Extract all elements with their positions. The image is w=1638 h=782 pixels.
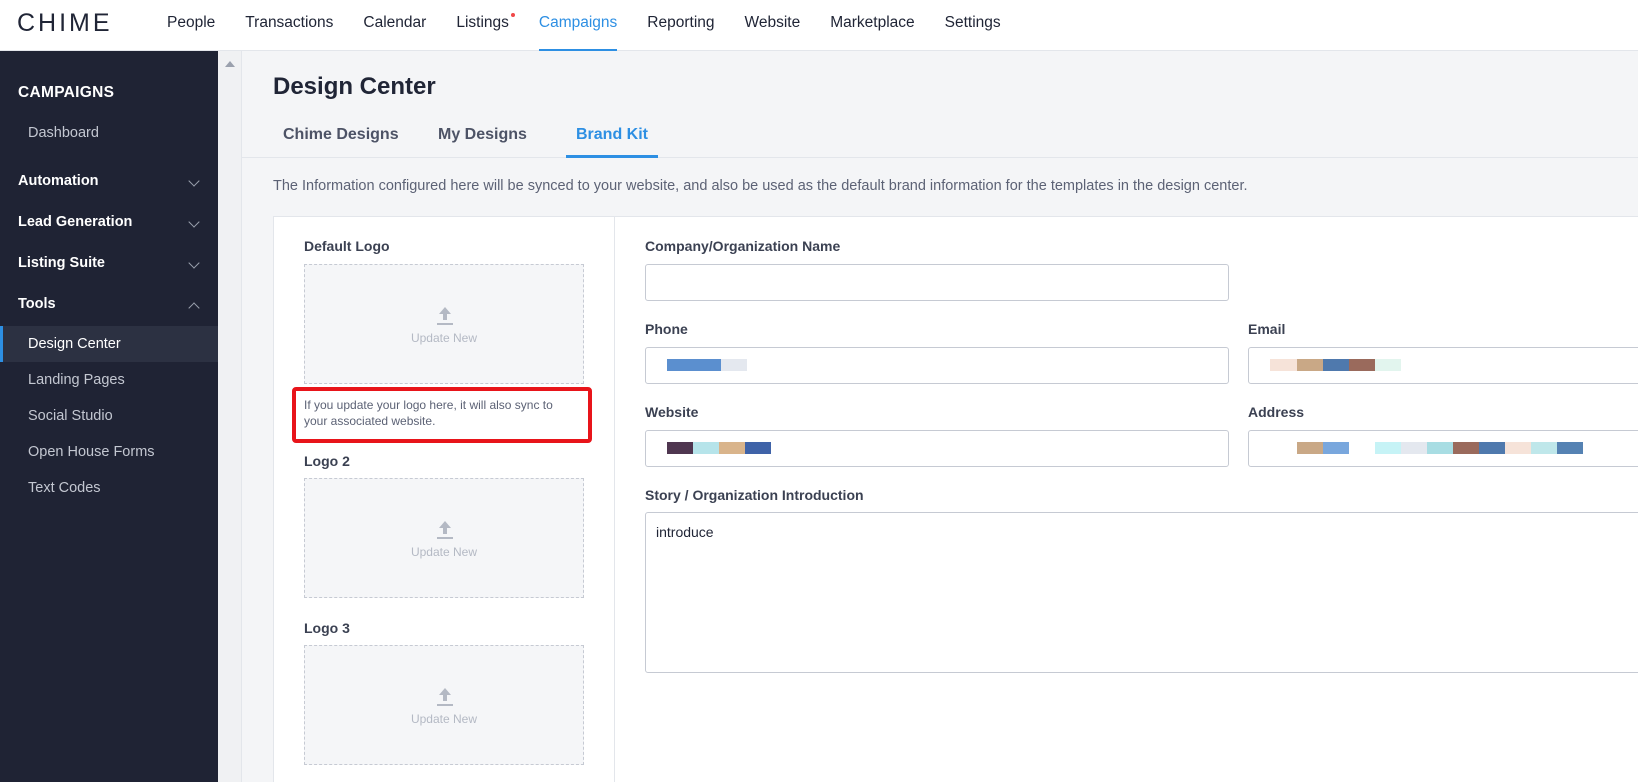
website-label: Website bbox=[645, 404, 699, 420]
chevron-down-icon bbox=[188, 257, 200, 269]
sidebar-group-lead-generation[interactable]: Lead Generation bbox=[0, 204, 218, 240]
sidebar-item-label: Landing Pages bbox=[28, 372, 125, 388]
phone-input[interactable] bbox=[645, 347, 1229, 384]
page-title: Design Center bbox=[273, 73, 436, 100]
sidebar-item-label: Open House Forms bbox=[28, 444, 155, 460]
top-bar: CHIME People Transactions Calendar Listi… bbox=[0, 0, 1638, 51]
nav-settings[interactable]: Settings bbox=[930, 0, 1016, 51]
nav-reporting[interactable]: Reporting bbox=[632, 0, 729, 51]
address-label: Address bbox=[1248, 404, 1305, 420]
card-divider bbox=[614, 216, 615, 782]
sidebar-item-label: Text Codes bbox=[28, 480, 101, 496]
logo-3-upload[interactable]: Update New bbox=[304, 645, 584, 765]
story-label: Story / Organization Introduction bbox=[645, 487, 864, 503]
phone-label: Phone bbox=[645, 321, 688, 337]
sidebar-group-label: Listing Suite bbox=[18, 255, 105, 271]
sidebar-group-label: Tools bbox=[18, 296, 56, 312]
sidebar-item-label: Dashboard bbox=[28, 125, 99, 141]
nav-label: Reporting bbox=[647, 14, 715, 31]
tab-bar: Chime Designs My Designs Brand Kit bbox=[242, 117, 1638, 158]
tab-chime-designs[interactable]: Chime Designs bbox=[273, 117, 409, 158]
nav-label: Settings bbox=[944, 14, 1001, 31]
nav-label: Listings bbox=[456, 14, 509, 31]
email-label: Email bbox=[1248, 321, 1286, 337]
logo-2-label: Logo 2 bbox=[304, 453, 350, 469]
logo-3-label: Logo 3 bbox=[304, 620, 350, 636]
nav-marketplace[interactable]: Marketplace bbox=[815, 0, 929, 51]
nav-label: People bbox=[167, 14, 216, 31]
upload-arrow-icon bbox=[437, 521, 453, 539]
logo-text: CHIME bbox=[17, 9, 113, 37]
sidebar-item-text-codes[interactable]: Text Codes bbox=[0, 470, 218, 506]
redacted-value bbox=[1297, 442, 1583, 454]
nav-transactions[interactable]: Transactions bbox=[230, 0, 348, 51]
tab-label: Brand Kit bbox=[576, 126, 648, 143]
nav-website[interactable]: Website bbox=[730, 0, 816, 51]
scrollbar[interactable] bbox=[218, 51, 242, 782]
company-name-input[interactable] bbox=[645, 264, 1229, 301]
sidebar-group-listing-suite[interactable]: Listing Suite bbox=[0, 245, 218, 281]
default-logo-upload[interactable]: Update New bbox=[304, 264, 584, 384]
redacted-value bbox=[667, 359, 747, 371]
upload-arrow-icon bbox=[437, 688, 453, 706]
sidebar-item-label: Social Studio bbox=[28, 408, 113, 424]
info-text: The Information configured here will be … bbox=[273, 178, 1248, 194]
upload-text: Update New bbox=[410, 712, 478, 726]
upload-text: Update New bbox=[410, 331, 478, 345]
website-input[interactable] bbox=[645, 430, 1229, 467]
sidebar-item-social-studio[interactable]: Social Studio bbox=[0, 398, 218, 434]
tab-brand-kit[interactable]: Brand Kit bbox=[566, 117, 658, 158]
nav-label: Website bbox=[744, 14, 801, 31]
story-textarea[interactable]: introduce bbox=[645, 512, 1638, 673]
tab-label: My Designs bbox=[438, 126, 527, 143]
address-input[interactable] bbox=[1248, 430, 1638, 467]
chevron-down-icon bbox=[188, 175, 200, 187]
chime-logo[interactable]: CHIME bbox=[17, 9, 113, 38]
sidebar: CAMPAIGNS Dashboard Automation Lead Gene… bbox=[0, 51, 218, 782]
sidebar-item-open-house-forms[interactable]: Open House Forms bbox=[0, 434, 218, 470]
sidebar-group-label: Automation bbox=[18, 173, 99, 189]
caret-up-icon[interactable] bbox=[225, 61, 235, 67]
sidebar-item-dashboard[interactable]: Dashboard bbox=[0, 115, 218, 151]
sidebar-group-label: Lead Generation bbox=[18, 214, 133, 230]
story-value: introduce bbox=[656, 524, 714, 540]
main-nav: People Transactions Calendar Listings Ca… bbox=[152, 0, 1016, 51]
company-name-label: Company/Organization Name bbox=[645, 238, 841, 254]
tab-my-designs[interactable]: My Designs bbox=[428, 117, 537, 158]
logo-sync-hint: If you update your logo here, it will al… bbox=[304, 398, 553, 428]
nav-label: Marketplace bbox=[830, 14, 915, 31]
email-input[interactable] bbox=[1248, 347, 1638, 384]
redacted-value bbox=[667, 442, 771, 454]
nav-label: Transactions bbox=[245, 14, 334, 31]
sidebar-item-label: Design Center bbox=[28, 336, 121, 352]
notification-dot bbox=[510, 13, 515, 17]
upload-text: Update New bbox=[410, 545, 478, 559]
nav-label: Calendar bbox=[363, 14, 427, 31]
upload-arrow-icon bbox=[437, 307, 453, 325]
sidebar-group-tools[interactable]: Tools bbox=[0, 286, 218, 322]
sidebar-item-design-center[interactable]: Design Center bbox=[0, 326, 218, 362]
sidebar-title: CAMPAIGNS bbox=[18, 84, 115, 101]
logo-2-upload[interactable]: Update New bbox=[304, 478, 584, 598]
chevron-down-icon bbox=[188, 216, 200, 228]
chevron-up-icon bbox=[188, 302, 200, 314]
redacted-value bbox=[1270, 359, 1401, 371]
nav-campaigns[interactable]: Campaigns bbox=[524, 0, 632, 51]
nav-label: Campaigns bbox=[538, 14, 618, 31]
nav-listings[interactable]: Listings bbox=[441, 0, 524, 51]
nav-calendar[interactable]: Calendar bbox=[348, 0, 441, 51]
tab-label: Chime Designs bbox=[283, 126, 399, 143]
nav-people[interactable]: People bbox=[152, 0, 230, 51]
default-logo-label: Default Logo bbox=[304, 238, 390, 254]
sidebar-group-automation[interactable]: Automation bbox=[0, 163, 218, 199]
sidebar-item-landing-pages[interactable]: Landing Pages bbox=[0, 362, 218, 398]
